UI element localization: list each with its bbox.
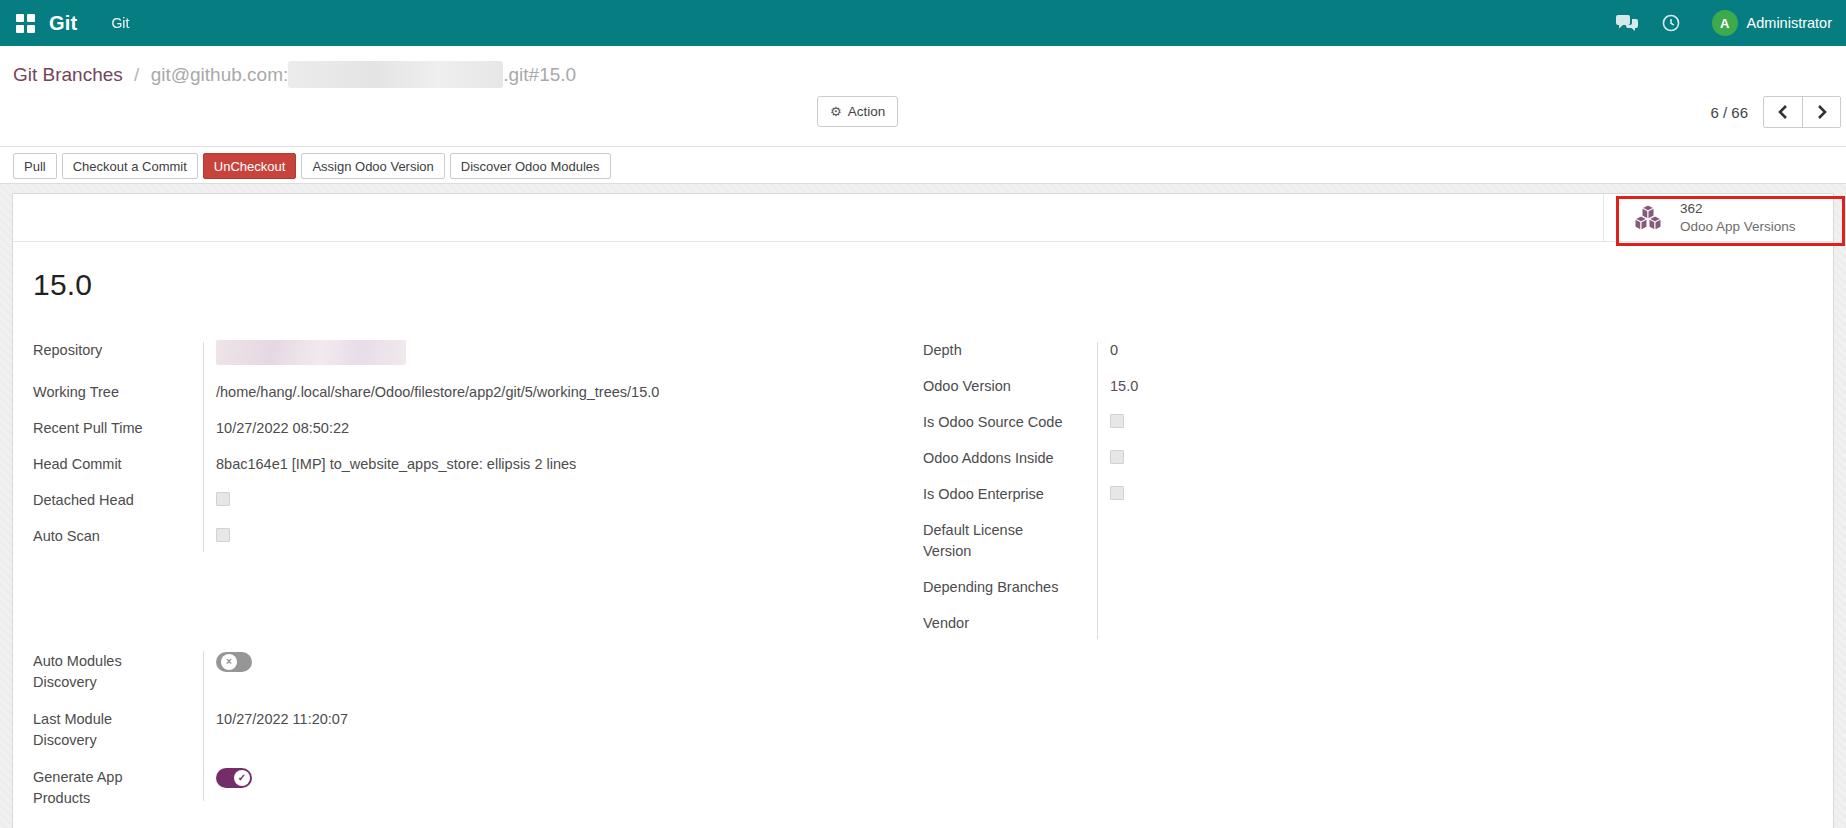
field-row-auto-modules-discovery: Auto Modules Discovery × xyxy=(33,651,923,693)
activities-clock-icon[interactable] xyxy=(1662,14,1680,32)
gear-icon: ⚙ xyxy=(830,104,842,119)
user-menu[interactable]: A Administrator xyxy=(1712,10,1832,36)
is-odoo-source-code-checkbox[interactable] xyxy=(1110,414,1124,428)
breadcrumb-git-branches[interactable]: Git Branches xyxy=(13,64,123,85)
avatar: A xyxy=(1712,10,1738,36)
form-sheet: 362 Odoo App Versions 15.0 Repository Wo… xyxy=(12,193,1834,828)
stat-count: 362 xyxy=(1680,200,1796,218)
record-title: 15.0 xyxy=(13,242,1833,302)
field-row-is-odoo-enterprise: Is Odoo Enterprise xyxy=(923,484,1833,505)
field-row-head-commit: Head Commit 8bac164e1 [IMP] to_website_a… xyxy=(33,454,923,475)
pull-button[interactable]: Pull xyxy=(13,153,57,179)
cubes-icon xyxy=(1632,204,1664,232)
pager-count: 6 / 66 xyxy=(1710,104,1748,121)
odoo-addons-inside-checkbox[interactable] xyxy=(1110,450,1124,464)
pager-previous-button[interactable] xyxy=(1764,97,1802,127)
auto-scan-checkbox[interactable] xyxy=(216,528,230,542)
workflow-button-bar: Pull Checkout a Commit UnCheckout Assign… xyxy=(0,146,1846,184)
control-panel: Git Branches / git@github.com:.git#15.0 … xyxy=(0,46,1846,146)
pager-next-button[interactable] xyxy=(1802,97,1840,127)
discover-odoo-modules-button[interactable]: Discover Odoo Modules xyxy=(450,153,611,179)
odoo-app-versions-stat-button[interactable]: 362 Odoo App Versions xyxy=(1603,194,1833,241)
field-row-default-license-version: Default License Version xyxy=(923,520,1833,562)
assign-odoo-version-button[interactable]: Assign Odoo Version xyxy=(301,153,444,179)
field-row-depth: Depth 0 xyxy=(923,340,1833,361)
field-row-working-tree: Working Tree /home/hang/.local/share/Odo… xyxy=(33,382,923,403)
stat-button-box: 362 Odoo App Versions xyxy=(13,194,1833,242)
field-row-recent-pull-time: Recent Pull Time 10/27/2022 08:50:22 xyxy=(33,418,923,439)
top-navbar: Git Git A Administrator xyxy=(0,0,1846,46)
apps-menu-icon[interactable] xyxy=(16,14,35,33)
uncheckout-button[interactable]: UnCheckout xyxy=(203,153,297,179)
breadcrumb-record-suffix: .git#15.0 xyxy=(503,64,576,85)
checkout-a-commit-button[interactable]: Checkout a Commit xyxy=(62,153,198,179)
messages-icon[interactable] xyxy=(1616,14,1638,32)
detached-head-checkbox[interactable] xyxy=(216,492,230,506)
chevron-left-icon xyxy=(1777,104,1789,120)
field-row-last-module-discovery: Last Module Discovery 10/27/2022 11:20:0… xyxy=(33,709,923,751)
stat-label: Odoo App Versions xyxy=(1680,218,1796,236)
field-row-odoo-addons-inside: Odoo Addons Inside xyxy=(923,448,1833,469)
field-row-odoo-version: Odoo Version 15.0 xyxy=(923,376,1833,397)
breadcrumb-record-prefix: git@github.com: xyxy=(151,64,289,85)
field-row-vendor: Vendor xyxy=(923,613,1833,634)
generate-app-products-toggle[interactable]: ✓ xyxy=(216,768,252,788)
user-name: Administrator xyxy=(1747,15,1832,31)
pager: 6 / 66 xyxy=(1710,96,1841,128)
field-row-auto-scan: Auto Scan xyxy=(33,526,923,547)
field-row-depending-branches: Depending Branches xyxy=(923,577,1833,598)
chevron-right-icon xyxy=(1816,104,1828,120)
breadcrumb-separator: / xyxy=(134,64,139,85)
is-odoo-enterprise-checkbox[interactable] xyxy=(1110,486,1124,500)
field-row-repository: Repository xyxy=(33,340,923,371)
action-menu-button[interactable]: ⚙ Action xyxy=(817,96,898,127)
field-row-generate-app-products: Generate App Products ✓ xyxy=(33,767,923,809)
auto-modules-discovery-toggle[interactable]: × xyxy=(216,652,252,672)
app-brand[interactable]: Git xyxy=(49,12,77,35)
left-field-column: Repository Working Tree /home/hang/.loca… xyxy=(33,340,923,562)
nav-menu-git[interactable]: Git xyxy=(111,15,129,31)
right-field-column: Depth 0 Odoo Version 15.0 Is Odoo Source… xyxy=(923,340,1833,649)
repository-redacted-blur xyxy=(216,340,406,365)
bottom-field-group: Auto Modules Discovery × Last Module Dis… xyxy=(13,649,1833,809)
breadcrumb-redacted-blur xyxy=(288,61,503,88)
form-view-background: 362 Odoo App Versions 15.0 Repository Wo… xyxy=(0,184,1846,828)
breadcrumb: Git Branches / git@github.com: .git#15.0 xyxy=(0,46,1846,88)
field-row-is-odoo-source-code: Is Odoo Source Code xyxy=(923,412,1833,433)
field-row-detached-head: Detached Head xyxy=(33,490,923,511)
